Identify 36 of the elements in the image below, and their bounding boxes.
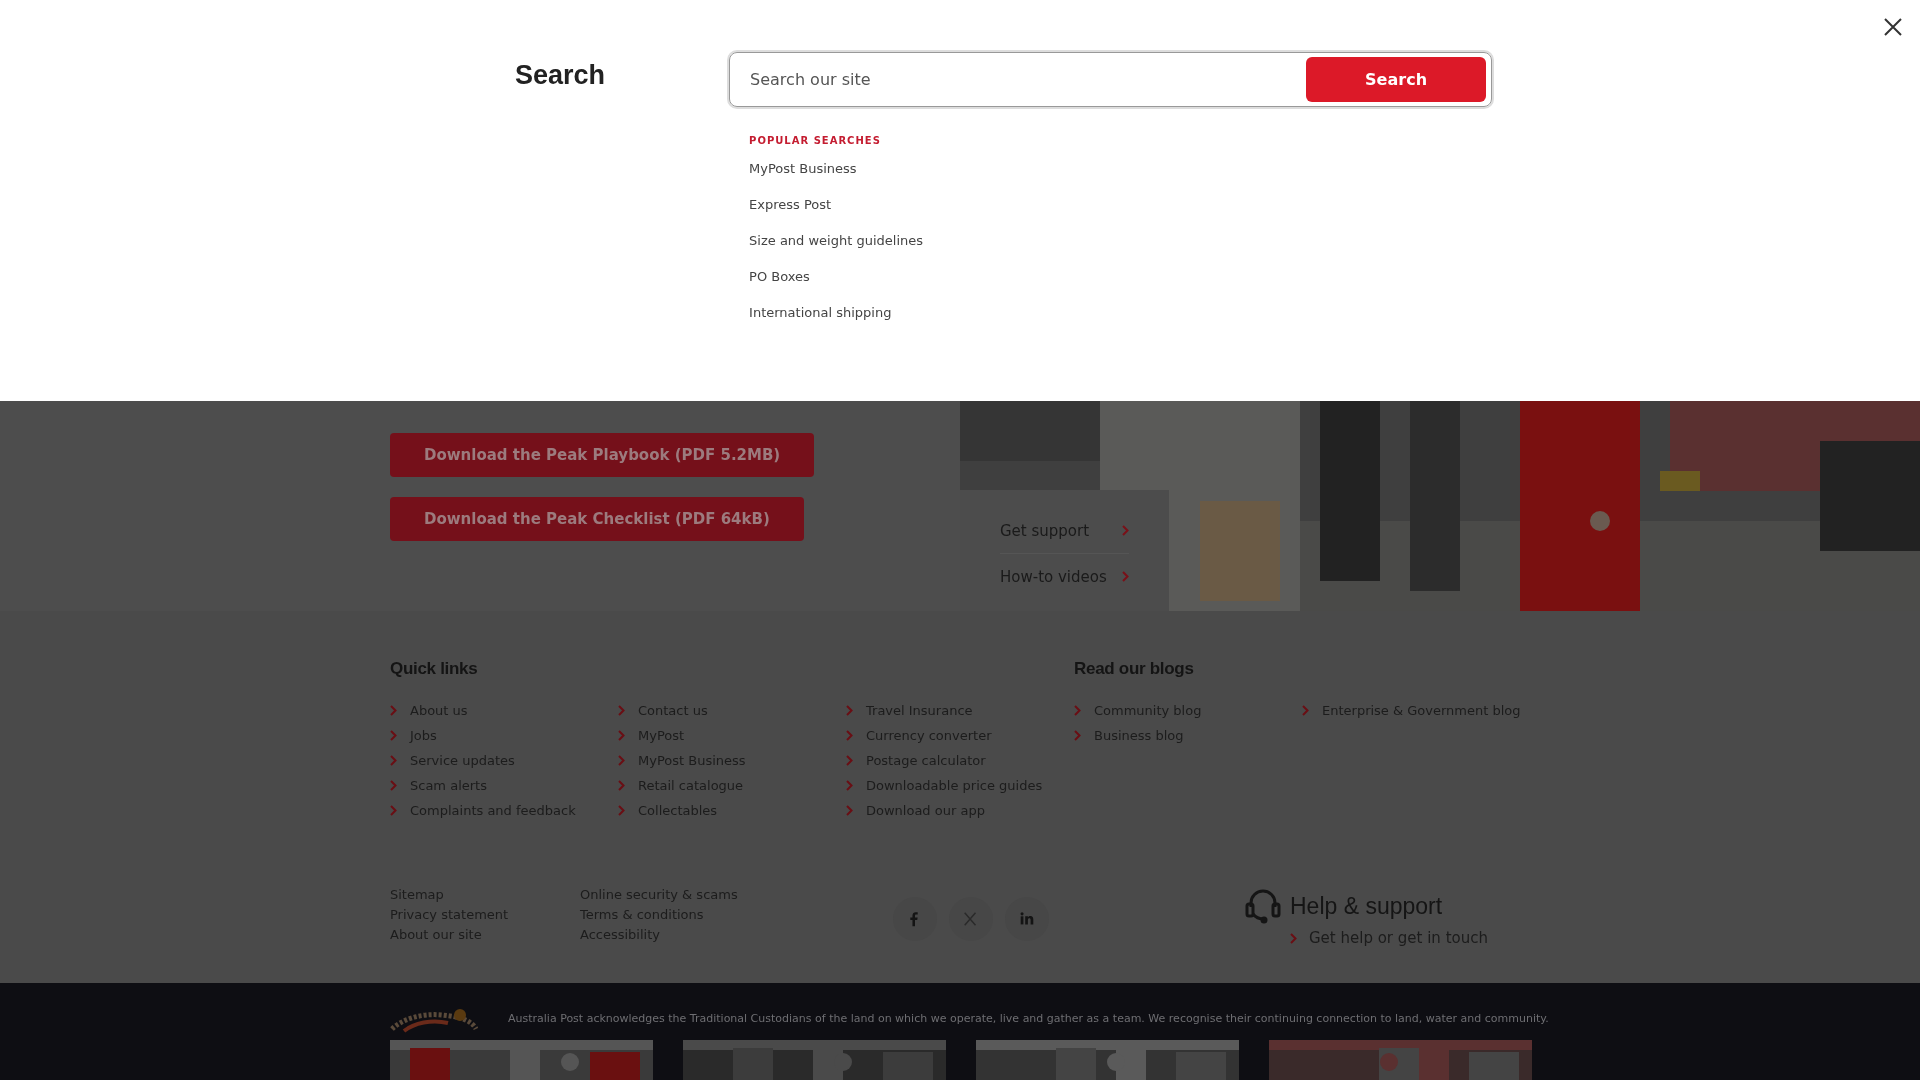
search-field[interactable]: Search our site Search xyxy=(729,52,1493,107)
chevron-icon xyxy=(1302,704,1309,716)
popular-search-link[interactable]: Size and weight guidelines xyxy=(749,232,924,268)
chevron-icon xyxy=(1290,932,1297,944)
download-button[interactable]: Download the Peak Checklist (PDF 64kB) xyxy=(390,497,804,541)
close-icon[interactable] xyxy=(1884,18,1902,36)
popular-search-link[interactable]: MyPost Business xyxy=(749,160,857,196)
popular-search-link[interactable]: International shipping xyxy=(749,304,892,340)
chevron-icon xyxy=(846,729,853,741)
chevron-icon xyxy=(1122,571,1129,582)
chevron-icon xyxy=(618,704,625,716)
chevron-icon xyxy=(846,804,853,816)
chevron-icon xyxy=(390,754,397,766)
chevron-icon xyxy=(618,779,625,791)
popular-search-link[interactable]: PO Boxes xyxy=(749,268,810,304)
aboriginal-art-icon xyxy=(390,1007,478,1035)
chevron-icon xyxy=(846,754,853,766)
chevron-icon xyxy=(618,729,625,741)
chevron-icon xyxy=(1122,525,1129,536)
popular-search-link[interactable]: Express Post xyxy=(749,196,832,232)
chevron-icon xyxy=(846,704,853,716)
chevron-icon xyxy=(618,804,625,816)
chevron-icon xyxy=(390,729,397,741)
chevron-icon xyxy=(1074,704,1081,716)
chevron-icon xyxy=(846,779,853,791)
search-title: Search xyxy=(515,60,606,92)
chevron-icon xyxy=(390,779,397,791)
chevron-icon xyxy=(390,704,397,716)
chevron-icon xyxy=(618,754,625,766)
acknowledgement-text: Australia Post acknowledges the Traditional Custodians of the land on which we operate, live and gather as a team. We recognise their continuing connection to land, water and community. xyxy=(508,1012,1549,1025)
popular-searches-heading: POPULAR SEARCHES xyxy=(749,135,881,146)
chevron-icon xyxy=(390,804,397,816)
search-button[interactable]: Search xyxy=(1306,57,1487,102)
download-button[interactable]: Download the Peak Playbook (PDF 5.2MB) xyxy=(390,433,815,477)
headset-icon xyxy=(1244,887,1282,925)
chevron-icon xyxy=(1074,729,1081,741)
